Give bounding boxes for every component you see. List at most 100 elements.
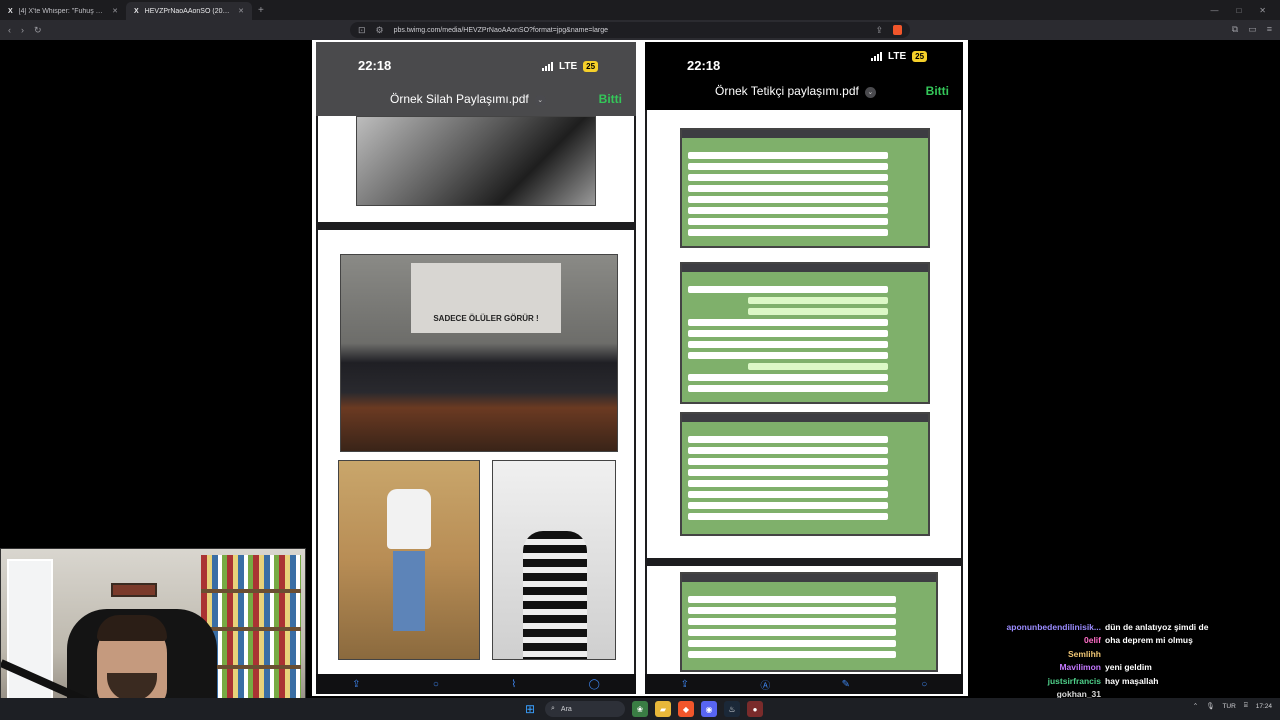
- telegram-screenshot-4: [680, 572, 938, 672]
- steam-icon[interactable]: ♨: [724, 701, 740, 717]
- motorcycle-photo: [356, 116, 596, 206]
- screen: X [4] X'te Whisper: "Fuhuş operasyonu ✕ …: [0, 0, 1280, 720]
- chat-text: hay maşallah: [1105, 675, 1159, 686]
- taskbar: ⊞ ⌕ Ara ❀ ▰ ◆ ◉ ♨ ● ⌃ 🎙 TUR ⌸ 17:24: [0, 698, 1280, 720]
- close-icon[interactable]: ✕: [112, 7, 118, 15]
- clock[interactable]: 17:24: [1256, 703, 1272, 710]
- tab-twitter[interactable]: X [4] X'te Whisper: "Fuhuş operasyonu ✕: [0, 2, 126, 20]
- status-indicators: LTE 25: [871, 51, 928, 62]
- share-icon[interactable]: ⇪: [875, 25, 883, 36]
- bookmark-icon[interactable]: ⊡: [358, 25, 366, 36]
- pdf-scroll-area[interactable]: SADECE ÖLÜLER GÖRÜR !: [316, 116, 636, 674]
- chat-text: yeni geldim: [1105, 662, 1152, 673]
- banner: SADECE ÖLÜLER GÖRÜR !: [411, 263, 561, 333]
- telegram-screenshot-3: [680, 412, 930, 536]
- chat-username: 0elif: [1083, 635, 1101, 646]
- brave-browser-icon[interactable]: ◆: [678, 701, 694, 717]
- tab-title: [4] X'te Whisper: "Fuhuş operasyonu: [18, 7, 106, 15]
- windows-start-icon[interactable]: ⊞: [522, 701, 538, 717]
- webcam-overlay: [0, 548, 306, 720]
- status-time: 22:18: [358, 58, 392, 73]
- left-phone-screenshot: 22:18 LTE 25 Örnek Silah Paylaşımı.pdf ⌄ …: [316, 42, 636, 694]
- markup-icon[interactable]: ⌇: [511, 679, 516, 690]
- url-box[interactable]: ⊡ ⚙ pbs.twimg.com/media/HEVZPrNaoAAonSO?…: [350, 22, 910, 38]
- status-bar: 22:18 LTE 25: [645, 42, 963, 82]
- file-explorer-icon[interactable]: ▰: [655, 701, 671, 717]
- menu-icon[interactable]: ≡: [1267, 24, 1272, 35]
- language-indicator[interactable]: TUR: [1222, 703, 1235, 710]
- network-label: LTE: [559, 61, 578, 72]
- share-icon[interactable]: ⇪: [352, 679, 360, 690]
- search-icon[interactable]: ○: [921, 679, 927, 690]
- gun-room-photo: SADECE ÖLÜLER GÖRÜR !: [340, 254, 618, 452]
- forward-icon[interactable]: ›: [21, 25, 24, 35]
- status-bar: 22:18 LTE 25: [316, 42, 636, 82]
- tab-image[interactable]: X HEVZPrNaoAAonSO (2048×2048) ✕: [126, 2, 252, 20]
- chat-message: Mavilimon yeni geldim: [990, 661, 1280, 675]
- widgets-icon[interactable]: ❀: [632, 701, 648, 717]
- status-time: 22:18: [687, 58, 721, 73]
- close-icon[interactable]: ✕: [238, 7, 244, 15]
- brave-shield-icon[interactable]: [893, 25, 902, 35]
- wall-painting: [111, 583, 157, 597]
- bottom-toolbar: ⇪ Ⓐ ✎ ○: [645, 674, 963, 694]
- browser-tab-bar: X [4] X'te Whisper: "Fuhuş operasyonu ✕ …: [0, 0, 1280, 20]
- maximize-icon[interactable]: □: [1236, 6, 1241, 15]
- tray-overflow-icon[interactable]: ⌃: [1193, 702, 1198, 710]
- obs-icon[interactable]: ●: [747, 701, 763, 717]
- pdf-scroll-area[interactable]: [645, 110, 963, 674]
- site-info-icon[interactable]: ⚙: [376, 25, 384, 36]
- toolbar-right: ⧉ ▭ ≡: [1232, 24, 1272, 35]
- address-bar: ‹ › ↻ ⊡ ⚙ pbs.twimg.com/media/HEVZPrNaoA…: [0, 20, 1280, 40]
- chat-message: 0elif oha deprem mi olmuş: [990, 634, 1280, 648]
- battery-badge: 25: [912, 51, 928, 62]
- extensions-icon[interactable]: ⧉: [1232, 24, 1238, 35]
- pdf-title-bar: Örnek Tetikçi paylaşımı.pdf ⌄ Bitti: [645, 80, 963, 106]
- pdf-page-2: SADECE ÖLÜLER GÖRÜR !: [318, 230, 634, 674]
- battery-badge: 25: [583, 61, 599, 72]
- edit-icon[interactable]: ✎: [842, 679, 850, 690]
- minimize-icon[interactable]: —: [1210, 6, 1218, 15]
- chat-text: oha deprem mi olmuş: [1105, 635, 1193, 646]
- taskbar-search[interactable]: ⌕ Ara: [545, 701, 625, 717]
- clock-time: 17:24: [1255, 702, 1272, 710]
- pdf-page-1: [647, 110, 961, 558]
- chat-username: justsirfrancis: [1047, 675, 1101, 686]
- pdf-page-2: [647, 566, 961, 674]
- discord-icon[interactable]: ◉: [701, 701, 717, 717]
- back-icon[interactable]: ‹: [8, 25, 11, 35]
- pdf-title-bar: Örnek Silah Paylaşımı.pdf ⌄ Bitti: [316, 82, 636, 116]
- tweet-image: 22:18 LTE 25 Örnek Silah Paylaşımı.pdf ⌄ …: [312, 40, 968, 696]
- person-photo-2: [492, 460, 616, 660]
- done-button[interactable]: Bitti: [926, 84, 949, 98]
- reload-icon[interactable]: ↻: [34, 25, 42, 36]
- sidebar-icon[interactable]: ▭: [1248, 24, 1257, 35]
- taskbar-apps: ⊞ ⌕ Ara ❀ ▰ ◆ ◉ ♨ ●: [522, 701, 763, 717]
- system-tray: ⌃ 🎙 TUR ⌸ 17:24: [1193, 702, 1272, 710]
- chat-message: aponunbedendilinisik... dün de anlatıyoz…: [990, 620, 1280, 634]
- done-button[interactable]: Bitti: [599, 92, 622, 106]
- url-text[interactable]: pbs.twimg.com/media/HEVZPrNaoAAonSO?form…: [394, 27, 866, 34]
- window-controls: — □ ✕: [1210, 6, 1280, 15]
- search-icon[interactable]: ○: [433, 679, 439, 690]
- chevron-down-icon: ⌄: [864, 87, 876, 98]
- markup-icon[interactable]: Ⓐ: [760, 677, 770, 692]
- chat-username: Semlihh: [1067, 648, 1101, 659]
- new-tab-button[interactable]: +: [258, 5, 264, 16]
- pdf-title[interactable]: Örnek Tetikçi paylaşımı.pdf ⌄: [715, 84, 876, 98]
- more-icon[interactable]: ◯: [589, 679, 600, 690]
- telegram-screenshot-2: [680, 262, 930, 404]
- person-photo-1: [338, 460, 480, 660]
- window-close-icon[interactable]: ✕: [1259, 6, 1266, 15]
- pdf-title[interactable]: Örnek Silah Paylaşımı.pdf ⌄: [390, 92, 546, 106]
- chat-username: Mavilimon: [1059, 662, 1101, 673]
- bottom-toolbar: ⇪ ○ ⌇ ◯: [316, 674, 636, 694]
- status-indicators: LTE 25: [542, 61, 599, 72]
- network-icon[interactable]: ⌸: [1244, 702, 1248, 710]
- microphone-icon[interactable]: 🎙: [1206, 702, 1214, 710]
- share-icon[interactable]: ⇪: [681, 679, 689, 690]
- telegram-screenshot-1: [680, 128, 930, 248]
- signal-icon: [542, 62, 553, 71]
- x-logo-icon: X: [134, 7, 139, 15]
- chat-message: justsirfrancis hay maşallah: [990, 674, 1280, 688]
